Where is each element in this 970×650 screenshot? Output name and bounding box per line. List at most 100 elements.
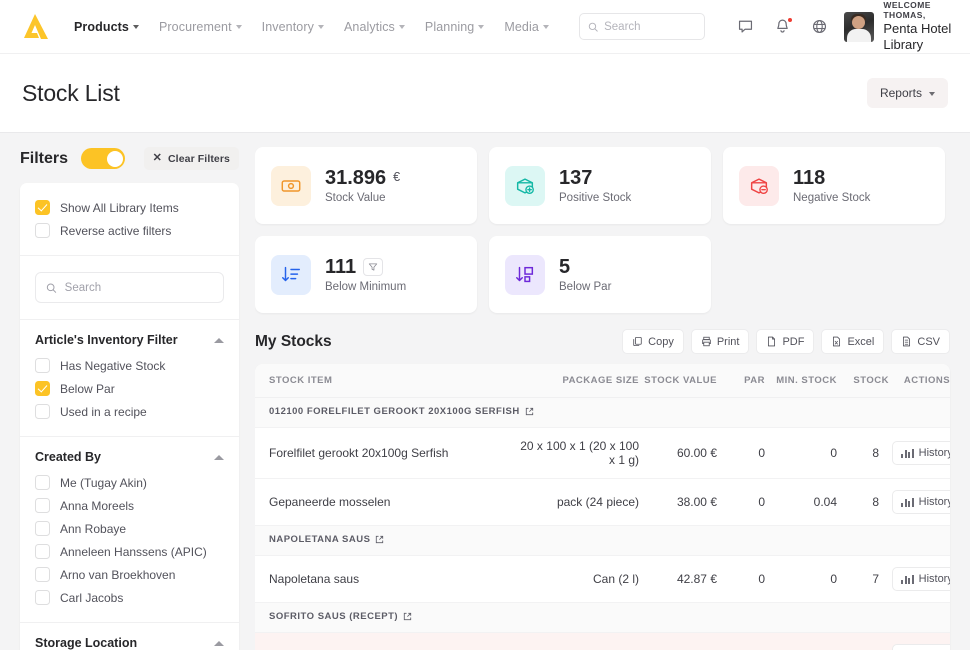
- checkbox-icon[interactable]: [35, 498, 50, 513]
- section-header-article-inventory[interactable]: Article's Inventory Filter: [35, 333, 224, 347]
- group-label-cell: NAPOLETANA SAUS: [255, 525, 950, 556]
- chat-icon[interactable]: [737, 18, 754, 35]
- chevron-up-icon[interactable]: [214, 337, 224, 343]
- filter-has-negative-stock[interactable]: Has Negative Stock: [35, 354, 224, 377]
- nav-item-procurement[interactable]: Procurement: [159, 20, 242, 34]
- kpi-card-below-par[interactable]: 5 Below Par: [489, 236, 711, 313]
- pdf-button[interactable]: PDF: [756, 329, 815, 354]
- chevron-up-icon[interactable]: [214, 454, 224, 460]
- table-row[interactable]: Gepaneerde mosselen pack (24 piece) 38.0…: [255, 478, 950, 526]
- reports-button[interactable]: Reports: [866, 78, 948, 108]
- filter-label: Show All Library Items: [60, 200, 179, 215]
- chevron-up-icon[interactable]: [214, 640, 224, 646]
- checkbox-icon[interactable]: [35, 590, 50, 605]
- filter-section-created-by: Created By Me (Tugay Akin) Anna Moreels …: [20, 437, 239, 623]
- checkbox-icon[interactable]: [35, 544, 50, 559]
- column-header-stock[interactable]: STOCK: [837, 364, 889, 398]
- nav-item-inventory[interactable]: Inventory: [262, 20, 324, 34]
- section-header-storage-location[interactable]: Storage Location: [35, 636, 224, 650]
- kpi-label: Stock Value: [325, 192, 386, 204]
- cell-min-stock: 0: [765, 427, 837, 479]
- column-header-min-stock[interactable]: MIN. STOCK: [765, 364, 837, 398]
- column-header-stock-value[interactable]: STOCK VALUE: [639, 364, 717, 398]
- page-title: Stock List: [22, 79, 120, 106]
- apicbase-logo[interactable]: [18, 12, 52, 42]
- bell-icon[interactable]: [774, 17, 794, 35]
- history-button[interactable]: History: [892, 644, 950, 650]
- external-link-icon[interactable]: [525, 407, 534, 419]
- cell-par: 0: [717, 555, 765, 603]
- filter-used-in-a-recipe[interactable]: Used in a recipe: [35, 400, 224, 423]
- filter-below-par[interactable]: Below Par: [35, 377, 224, 400]
- filters-toggle[interactable]: [81, 148, 126, 169]
- nav-item-products[interactable]: Products: [74, 20, 139, 34]
- filter-created-by-arno-van-broekhoven[interactable]: Arno van Broekhoven: [35, 563, 224, 586]
- filter-search[interactable]: [35, 272, 224, 303]
- notification-badge: [787, 17, 794, 23]
- csv-button[interactable]: CSV: [891, 329, 950, 354]
- kpi-cards: 31.896 € Stock Value 137 Positive Stock: [255, 147, 950, 313]
- nav-item-planning[interactable]: Planning: [425, 20, 485, 34]
- history-button[interactable]: History: [892, 490, 950, 514]
- filter-created-by-me[interactable]: Me (Tugay Akin): [35, 471, 224, 494]
- print-button[interactable]: Print: [690, 329, 750, 354]
- checkbox-icon[interactable]: [35, 475, 50, 490]
- filter-label: Anna Moreels: [60, 498, 135, 513]
- excel-button[interactable]: Excel: [821, 329, 885, 354]
- checkbox-icon[interactable]: [35, 521, 50, 536]
- filter-created-by-anneleen-hanssens[interactable]: Anneleen Hanssens (APIC): [35, 540, 224, 563]
- filter-show-all-library-items[interactable]: Show All Library Items: [35, 196, 224, 219]
- global-search[interactable]: [578, 13, 706, 40]
- table-row[interactable]: Napoletana saus Can (2 l) 42.87 € 0 0 7 …: [255, 555, 950, 603]
- external-link-icon[interactable]: [403, 612, 412, 624]
- search-icon: [588, 22, 598, 32]
- filter-created-by-ann-robaye[interactable]: Ann Robaye: [35, 517, 224, 540]
- chevron-down-icon: [132, 25, 139, 29]
- history-button[interactable]: History: [892, 441, 950, 465]
- cell-stock-item: Forelfilet gerookt 20x100g Serfish: [255, 427, 517, 479]
- search-input[interactable]: [604, 20, 697, 33]
- filter-funnel-icon[interactable]: [363, 258, 384, 276]
- filter-created-by-carl-jacobs[interactable]: Carl Jacobs: [35, 586, 224, 609]
- nav-item-media[interactable]: Media: [504, 20, 549, 34]
- checkbox-icon[interactable]: [35, 381, 50, 396]
- cell-actions: History: [889, 555, 950, 603]
- nav-item-analytics[interactable]: Analytics: [344, 20, 405, 34]
- bar-chart-icon: [901, 574, 914, 584]
- clear-filters-button[interactable]: ✕ Clear Filters: [143, 147, 239, 170]
- filter-created-by-anna-moreels[interactable]: Anna Moreels: [35, 494, 224, 517]
- page-header: Stock List Reports: [0, 54, 970, 133]
- cell-stock-item: Napoletana saus: [255, 555, 517, 603]
- column-header-par[interactable]: PAR: [717, 364, 765, 398]
- column-header-package-size[interactable]: PACKAGE SIZE: [517, 364, 639, 398]
- history-button[interactable]: History: [892, 567, 950, 591]
- filters-sidebar: Filters ✕ Clear Filters Show All Library…: [0, 133, 255, 650]
- group-label: 012100 FORELFILET GEROOKT 20X100G SERFIS…: [269, 406, 520, 417]
- column-header-stock-item[interactable]: STOCK ITEM: [255, 364, 517, 398]
- group-label: NAPOLETANA SAUS: [269, 534, 371, 545]
- checkbox-icon[interactable]: [35, 358, 50, 373]
- help-globe-icon[interactable]: [811, 18, 828, 35]
- checkbox-icon[interactable]: [35, 567, 50, 582]
- stocks-table-card: STOCK ITEM PACKAGE SIZE STOCK VALUE PAR …: [255, 364, 950, 650]
- checkbox-icon[interactable]: [35, 404, 50, 419]
- section-header-created-by[interactable]: Created By: [35, 450, 224, 464]
- cell-actions: History: [889, 632, 950, 650]
- table-row[interactable]: Forelfilet gerookt 20x100g Serfish 20 x …: [255, 427, 950, 479]
- kpi-card-negative-stock[interactable]: 118 Negative Stock: [723, 147, 945, 224]
- checkbox-icon[interactable]: [35, 223, 50, 238]
- kpi-card-stock-value[interactable]: 31.896 € Stock Value: [255, 147, 477, 224]
- copy-button[interactable]: Copy: [622, 329, 684, 354]
- checkbox-icon[interactable]: [35, 200, 50, 215]
- close-icon: ✕: [152, 152, 162, 164]
- export-label: Excel: [847, 335, 875, 348]
- kpi-card-positive-stock[interactable]: 137 Positive Stock: [489, 147, 711, 224]
- table-row[interactable]: Sofrito Saus per stuk (1 piece) -60.00 €…: [255, 632, 950, 650]
- kpi-card-below-minimum[interactable]: 111 Below Minimum: [255, 236, 477, 313]
- user-menu[interactable]: WELCOME THOMAS, Penta Hotel Library: [844, 0, 956, 53]
- filter-search-input[interactable]: [64, 281, 213, 294]
- export-label: Copy: [648, 335, 674, 348]
- filter-reverse-active-filters[interactable]: Reverse active filters: [35, 219, 224, 242]
- external-link-icon[interactable]: [375, 535, 384, 547]
- cell-stock-value: 60.00 €: [639, 427, 717, 479]
